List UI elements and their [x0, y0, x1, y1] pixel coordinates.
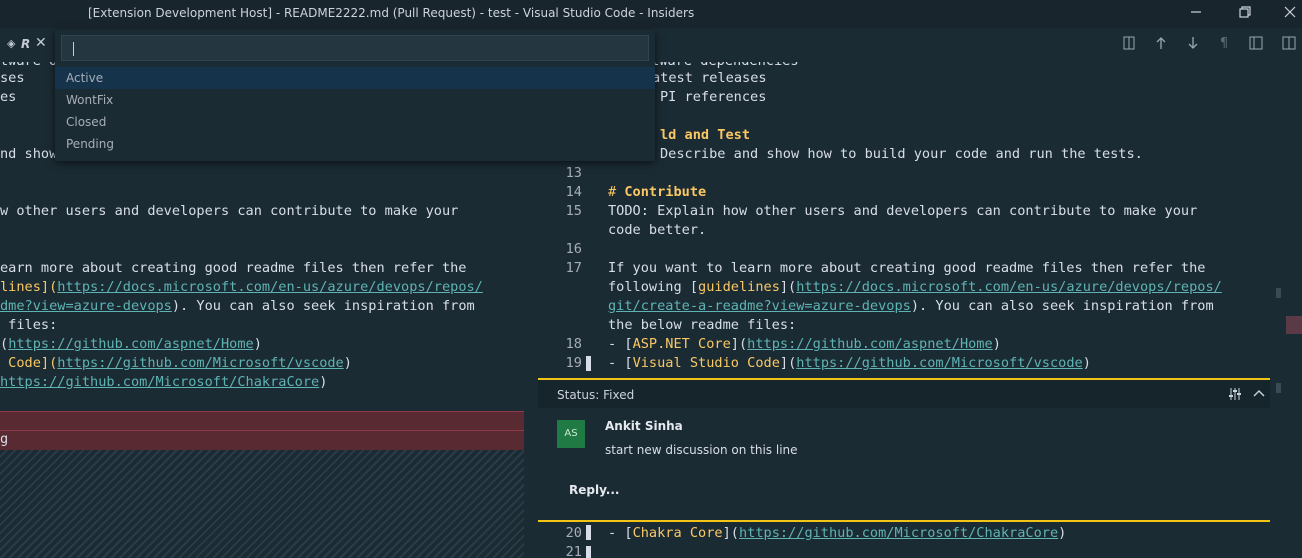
code-line: Code](https://github.com/Microsoft/vscod…	[0, 355, 352, 371]
scrollbar-thumb[interactable]	[1276, 383, 1281, 393]
quick-pick-input[interactable]	[61, 35, 649, 61]
diff-empty-region	[0, 450, 524, 558]
overview-ruler-marker	[1286, 316, 1302, 334]
code-line: If you want to learn more about creating…	[608, 260, 1206, 276]
text-cursor	[73, 42, 74, 56]
code-line: lines](https://docs.microsoft.com/en-us/…	[0, 279, 483, 295]
code-line: - [ASP.NET Core](https://github.com/aspn…	[608, 336, 1001, 352]
tab-close-icon[interactable]: ✕	[35, 35, 47, 51]
deleted-line-row	[0, 430, 524, 451]
code-line: w other users and developers can contrib…	[0, 203, 459, 219]
link[interactable]: dme?view=azure-devops	[0, 298, 172, 314]
code-line: following [guidelines](https://docs.micr…	[608, 279, 1222, 295]
more-icon[interactable]	[1281, 36, 1297, 52]
title-bar: [Extension Development Host] - README222…	[0, 0, 1302, 28]
quick-pick-item[interactable]: Pending	[55, 133, 655, 155]
link[interactable]: https://github.com/aspnet/Home	[747, 336, 993, 352]
line-number: 19	[565, 355, 582, 371]
filter-icon[interactable]	[1228, 386, 1242, 405]
link[interactable]: https://docs.microsoft.com/en-us/azure/d…	[796, 279, 1222, 295]
link[interactable]: https://docs.microsoft.com/en-us/azure/d…	[57, 279, 483, 295]
link[interactable]: https://github.com/Microsoft/ChakraCore	[0, 374, 319, 390]
code-line: git/create-a-readme?view=azure-devops). …	[608, 298, 1214, 314]
code-line: # Contribute	[608, 184, 707, 200]
code-line: files:	[0, 317, 58, 333]
line-number: 16	[565, 241, 582, 257]
comment-marker[interactable]	[586, 356, 591, 371]
pilcrow-icon[interactable]: ¶	[1216, 36, 1232, 52]
code-line: earn more about creating good readme fil…	[0, 260, 467, 276]
code-line: TODO: Explain how other users and develo…	[608, 203, 1198, 219]
quick-pick-item[interactable]: Active	[55, 67, 655, 89]
line-number: 14	[565, 184, 582, 200]
code-line: https://github.com/Microsoft/ChakraCore)	[0, 374, 328, 390]
link[interactable]: https://github.com/Microsoft/ChakraCore	[739, 525, 1058, 541]
quick-pick-item[interactable]: WontFix	[55, 89, 655, 111]
line-number: 17	[565, 260, 582, 276]
avatar: AS	[557, 420, 585, 448]
comment-thread: Status: Fixed AS Ankit Sinha start new d…	[538, 378, 1270, 522]
scrollbar-thumb[interactable]	[1276, 288, 1281, 298]
code-line: es	[0, 89, 17, 105]
code-line: code better.	[608, 222, 707, 238]
line-number: 13	[565, 165, 582, 181]
pull-request-icon: ◈	[7, 37, 16, 50]
code-line: ld and Test	[660, 127, 751, 143]
link[interactable]: git/create-a-readme?view=azure-devops	[608, 298, 911, 314]
comment-marker[interactable]	[586, 546, 591, 558]
deleted-line-text: g	[0, 431, 9, 447]
code-line: - [Visual Studio Code](https://github.co…	[608, 355, 1091, 371]
line-number: 20	[565, 525, 582, 541]
close-icon[interactable]	[1280, 4, 1300, 24]
code-line: (https://github.com/aspnet/Home)	[0, 336, 262, 352]
split-inline-icon[interactable]	[1248, 36, 1264, 52]
line-number: 21	[565, 544, 582, 558]
restore-icon[interactable]	[1235, 4, 1255, 24]
thread-status: Status: Fixed	[557, 388, 635, 402]
link[interactable]: https://github.com/aspnet/Home	[8, 336, 254, 352]
code-line: - [Chakra Core](https://github.com/Micro…	[608, 525, 1067, 541]
line-number: 18	[565, 336, 582, 352]
arrow-up-icon[interactable]	[1153, 36, 1169, 52]
tab-label: R	[21, 37, 31, 51]
reply-button[interactable]: Reply...	[569, 483, 619, 497]
code-line: PI references	[660, 89, 767, 105]
link[interactable]: https://github.com/Microsoft/vscode	[796, 355, 1082, 371]
quick-pick: Active WontFix Closed Pending	[55, 30, 655, 161]
comment-thread-header: Status: Fixed	[538, 380, 1270, 408]
arrow-down-icon[interactable]	[1185, 36, 1201, 52]
code-line: Describe and show how to build your code…	[660, 146, 1143, 162]
chevron-up-icon[interactable]	[1252, 386, 1266, 405]
code-line: the below readme files:	[608, 317, 797, 333]
open-changes-icon[interactable]	[1122, 36, 1138, 52]
editor-tab[interactable]: ◈ R ✕	[0, 30, 55, 60]
code-line: nd show	[0, 146, 58, 162]
line-number: 15	[565, 203, 582, 219]
minimize-icon[interactable]	[1186, 4, 1206, 24]
deleted-line-row	[0, 411, 524, 432]
comment-body: start new discussion on this line	[605, 443, 798, 457]
code-line: dme?view=azure-devops). You can also see…	[0, 298, 475, 314]
comment-marker[interactable]	[586, 525, 591, 540]
comment-author: Ankit Sinha	[605, 419, 683, 433]
window-title: [Extension Development Host] - README222…	[88, 6, 695, 20]
link[interactable]: https://github.com/Microsoft/vscode	[57, 355, 343, 371]
code-line: atest releases	[652, 70, 767, 86]
quick-pick-item[interactable]: Closed	[55, 111, 655, 133]
code-line: ses	[0, 70, 25, 86]
